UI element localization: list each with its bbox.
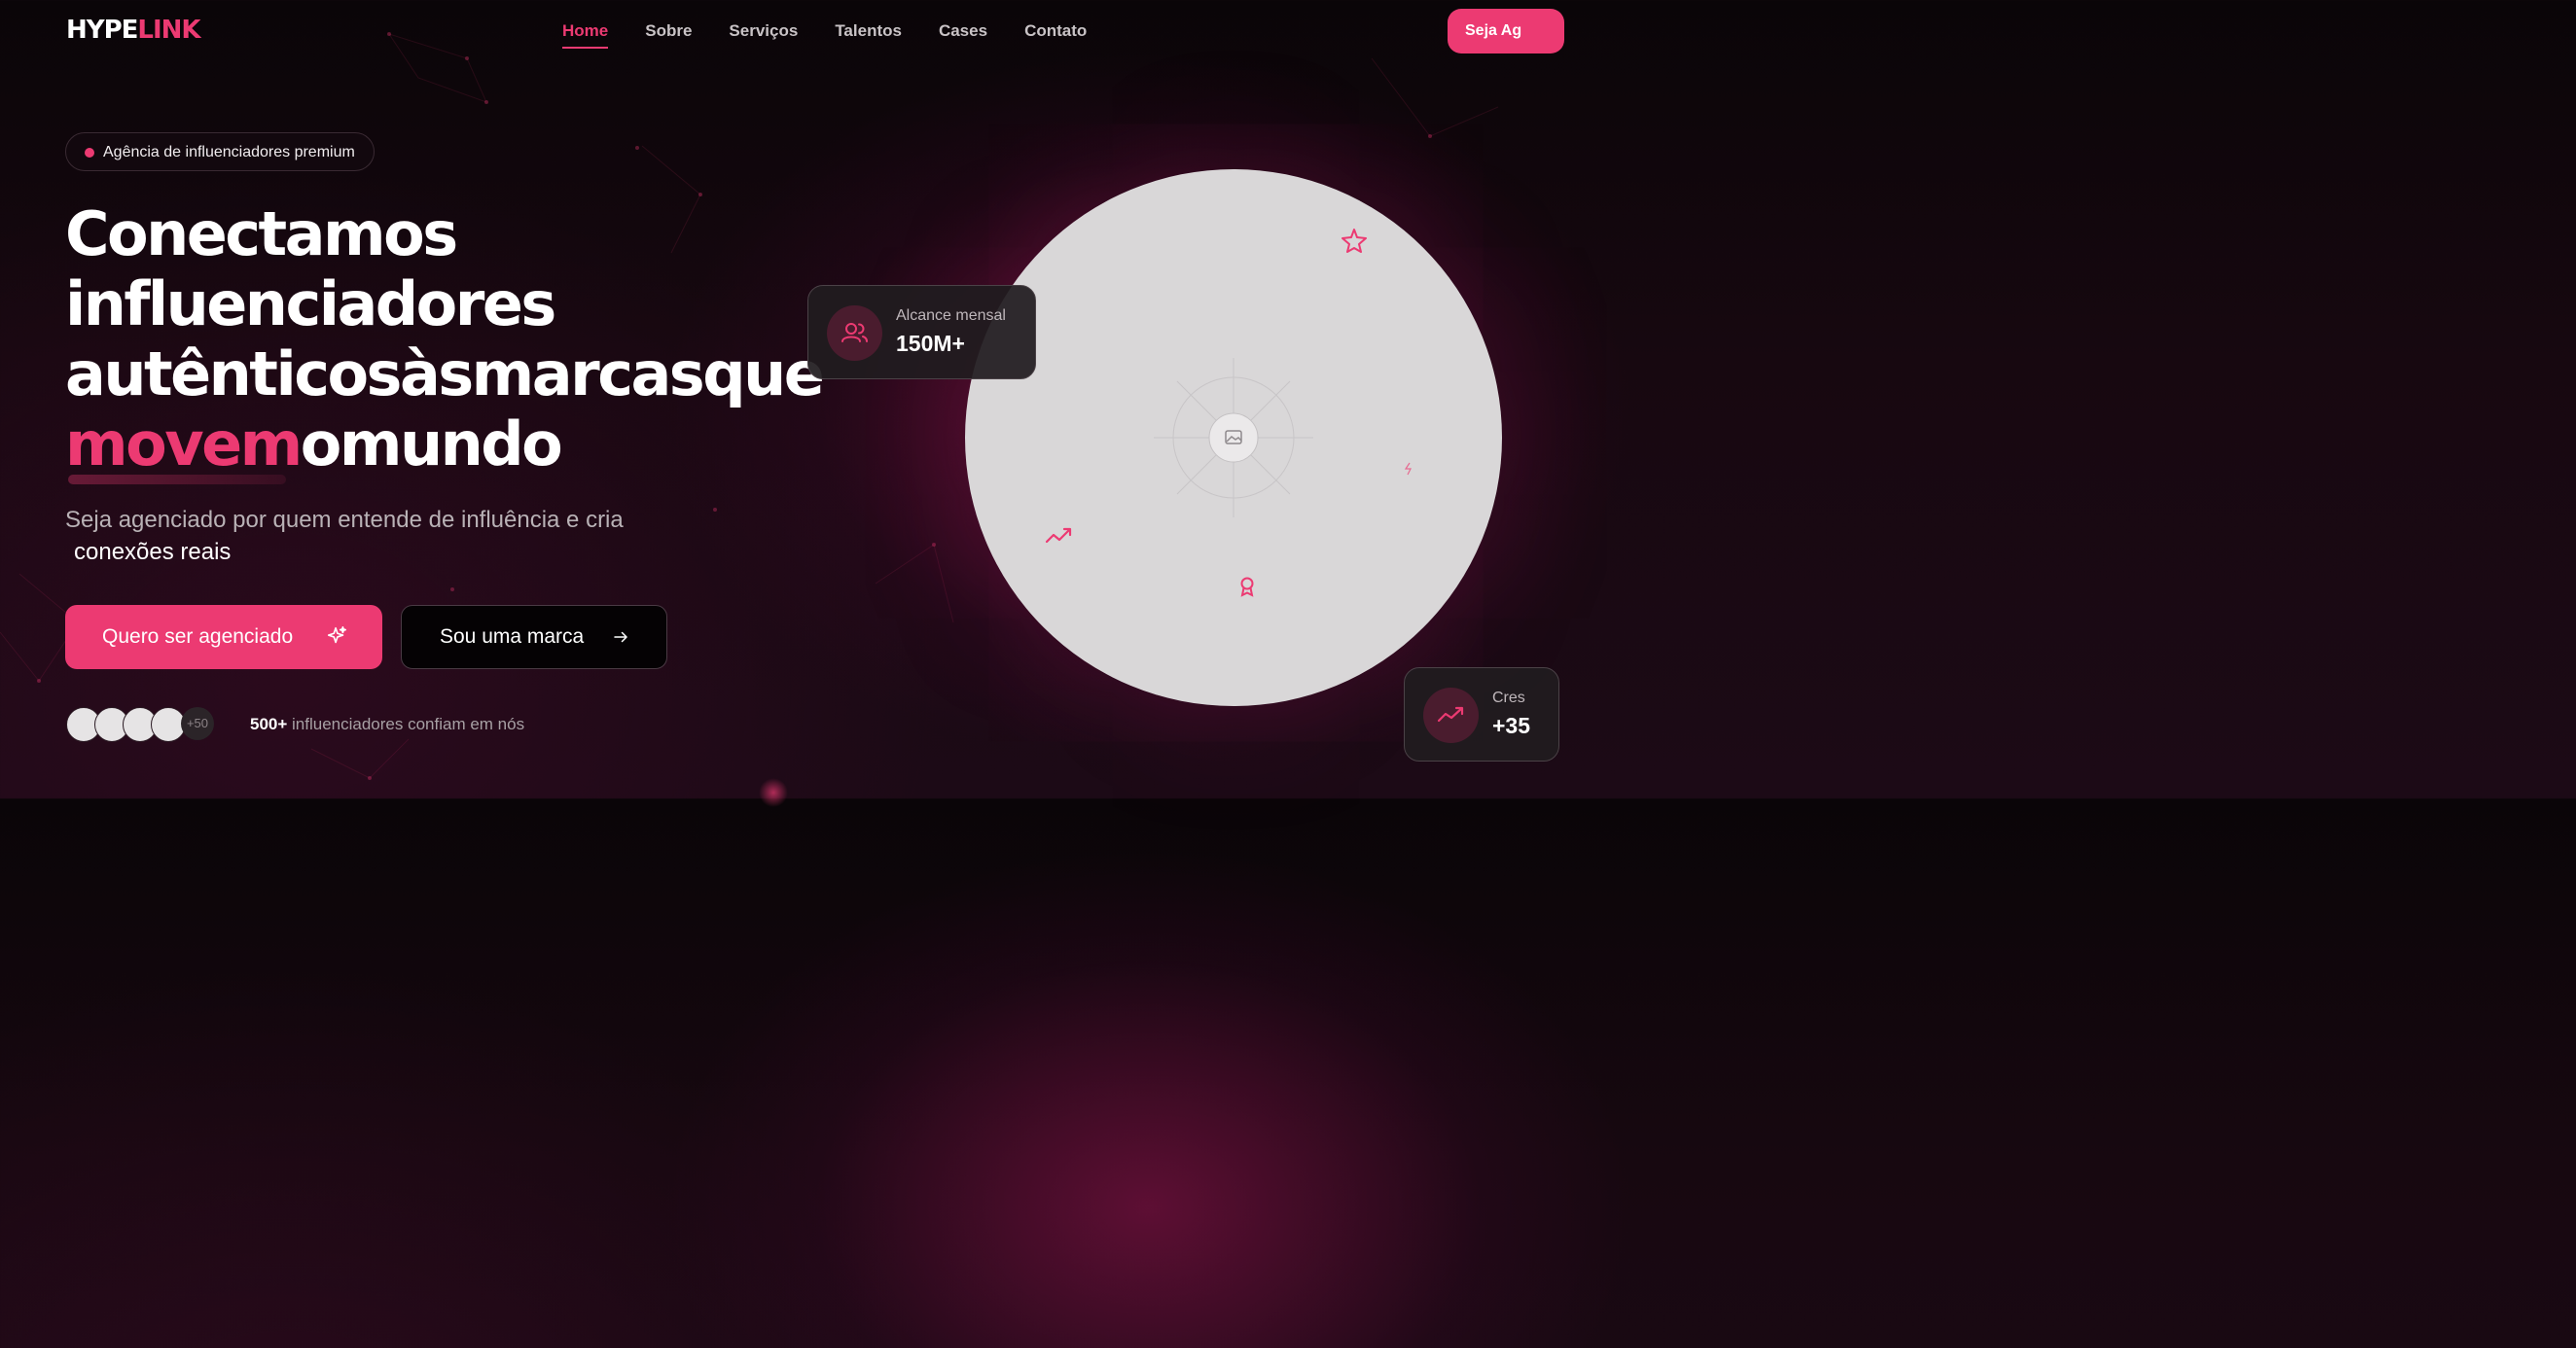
stat-icon-bg — [1423, 688, 1479, 743]
brand-logo[interactable]: HYPELINK — [66, 16, 201, 45]
stat-label: Cres — [1492, 690, 1525, 706]
nav-home[interactable]: Home — [562, 21, 609, 49]
trust-text: 500+ influenciadores confiam em nós — [250, 715, 524, 734]
button-label: Quero ser agenciado — [102, 625, 294, 648]
influencer-signup-button[interactable]: Quero ser agenciado — [65, 605, 382, 669]
highlight-underline — [68, 475, 286, 484]
stat-value: +35 — [1492, 713, 1531, 738]
nav-cases[interactable]: Cases — [939, 21, 987, 49]
stat-label: Alcance mensal — [896, 307, 1006, 324]
logo-text: HYPE — [66, 16, 138, 45]
sparkles-icon — [327, 626, 346, 644]
headline-line: influenciadores — [65, 268, 556, 339]
nav-sobre[interactable]: Sobre — [645, 21, 692, 49]
arrow-right-icon — [614, 631, 627, 643]
headline-line: autênticosàsmarcasque — [65, 338, 825, 409]
headline-line: Conectamos — [65, 198, 458, 269]
stat-value: 150M+ — [896, 331, 965, 356]
hero-subtitle: Seja agenciado por quem entende de influ… — [65, 504, 624, 568]
stat-card-growth: Cres +35 — [1404, 667, 1559, 762]
users-icon — [841, 323, 868, 342]
nav-servicos[interactable]: Serviços — [729, 21, 798, 49]
main-nav: Home Sobre Serviços Talentos Cases Conta… — [562, 21, 1087, 49]
headline-highlight: movem — [65, 408, 303, 479]
subtitle-strong: conexões reais — [74, 539, 232, 565]
trending-up-icon — [1437, 706, 1464, 723]
headline-line: omundo — [300, 408, 563, 479]
nav-talentos[interactable]: Talentos — [835, 21, 902, 49]
button-label: Sou uma marca — [440, 625, 585, 648]
trust-label: influenciadores confiam em nós — [287, 715, 525, 733]
hero-badge: Agência de influenciadores premium — [65, 132, 375, 171]
brand-contact-button[interactable]: Sou uma marca — [401, 605, 667, 669]
trust-count: 500+ — [250, 715, 288, 733]
badge-text: Agência de influenciadores premium — [103, 144, 355, 160]
subtitle-text: Seja agenciado por quem entende de influ… — [65, 507, 624, 533]
hero-headline: Conectamos influenciadores autênticosàsm… — [65, 198, 825, 479]
header-cta-button[interactable]: Seja Ag — [1448, 9, 1564, 53]
stat-card-reach: Alcance mensal 150M+ — [807, 285, 1036, 379]
stat-icon-bg — [827, 305, 882, 361]
decorative-glow — [759, 778, 788, 807]
nav-contato[interactable]: Contato — [1024, 21, 1087, 49]
hero-image-placeholder — [965, 169, 1502, 706]
avatar-more-count: +50 — [181, 707, 214, 740]
badge-dot — [85, 148, 94, 158]
logo-text-accent: LINK — [137, 16, 200, 45]
